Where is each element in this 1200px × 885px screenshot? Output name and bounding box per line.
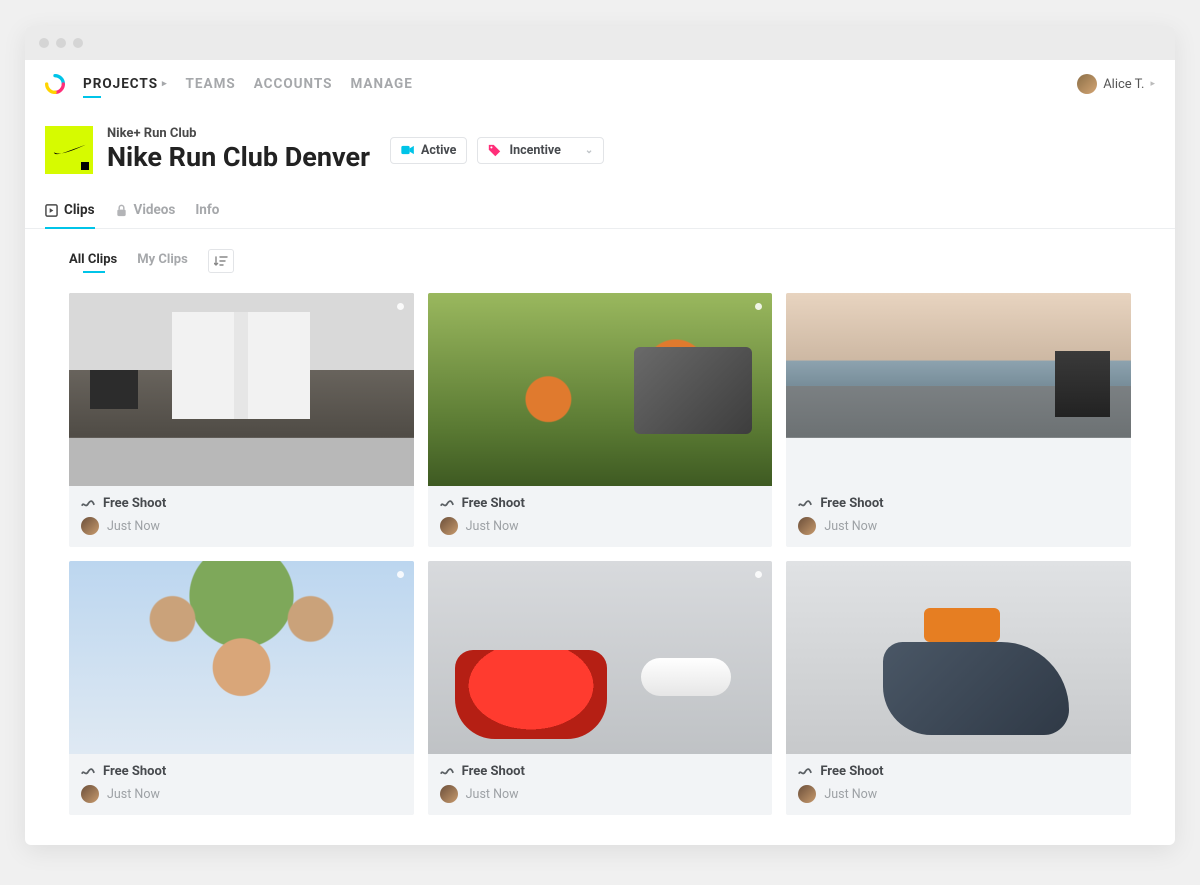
top-nav: PROJECTS ▸ TEAMS ACCOUNTS MANAGE Alice T… — [25, 60, 1175, 102]
window-dot-icon — [56, 38, 66, 48]
camera-icon — [401, 145, 415, 155]
clip-title: Free Shoot — [462, 496, 525, 511]
clip-thumbnail — [786, 293, 1131, 486]
filter-label: My Clips — [137, 252, 188, 267]
clip-meta: Free Shoot Just Now — [69, 486, 414, 547]
clip-title: Free Shoot — [103, 496, 166, 511]
clip-card[interactable]: Free Shoot Just Now — [428, 293, 773, 547]
clip-meta: Free Shoot Just Now — [69, 754, 414, 815]
status-dot-icon — [755, 571, 762, 578]
clip-time: Just Now — [466, 787, 519, 802]
tab-clips[interactable]: Clips — [45, 202, 95, 228]
project-title: Nike Run Club Denver — [107, 142, 370, 173]
clip-time: Just Now — [107, 519, 160, 534]
tab-info[interactable]: Info — [195, 202, 219, 228]
clip-meta: Free Shoot Just Now — [786, 486, 1131, 547]
chevron-down-icon: ⌄ — [585, 145, 593, 156]
window-title-bar — [25, 26, 1175, 60]
avatar-icon — [81, 517, 99, 535]
clip-card[interactable]: Free Shoot Just Now — [786, 293, 1131, 547]
clip-icon — [45, 204, 58, 217]
status-dot-icon — [397, 571, 404, 578]
caret-right-icon: ▸ — [1150, 79, 1155, 89]
filter-all-clips[interactable]: All Clips — [69, 252, 117, 271]
nav-teams[interactable]: TEAMS — [186, 76, 236, 92]
squiggle-icon — [440, 499, 454, 509]
clip-title: Free Shoot — [820, 496, 883, 511]
nav-label: PROJECTS — [83, 76, 158, 92]
filters-row: All Clips My Clips — [25, 229, 1175, 279]
avatar-icon — [440, 517, 458, 535]
project-header: Nike+ Run Club Nike Run Club Denver Acti… — [25, 102, 1175, 184]
squiggle-icon — [81, 767, 95, 777]
clips-grid: Free Shoot Just Now Free Shoot Just Now — [25, 279, 1175, 845]
clip-time: Just Now — [107, 787, 160, 802]
tag-dropdown[interactable]: Incentive ⌄ — [477, 137, 604, 164]
clip-thumbnail — [69, 561, 414, 754]
sort-icon — [214, 255, 228, 267]
user-name: Alice T. — [1103, 77, 1144, 92]
lock-icon — [115, 204, 128, 217]
nav-label: TEAMS — [186, 76, 236, 92]
clip-card[interactable]: Free Shoot Just Now — [428, 561, 773, 815]
clip-title: Free Shoot — [103, 764, 166, 779]
clip-card[interactable]: Free Shoot Just Now — [786, 561, 1131, 815]
avatar-icon — [798, 785, 816, 803]
project-parent: Nike+ Run Club — [107, 127, 370, 142]
filter-label: All Clips — [69, 252, 117, 267]
avatar-icon — [440, 785, 458, 803]
clip-meta: Free Shoot Just Now — [428, 754, 773, 815]
avatar-icon — [81, 785, 99, 803]
tag-label: Incentive — [509, 143, 560, 158]
tab-label: Clips — [64, 202, 95, 218]
clip-meta: Free Shoot Just Now — [428, 486, 773, 547]
clip-thumbnail — [69, 293, 414, 486]
squiggle-icon — [81, 499, 95, 509]
caret-right-icon: ▸ — [162, 79, 168, 89]
squiggle-icon — [440, 767, 454, 777]
clip-thumbnail — [428, 293, 773, 486]
app-logo-icon — [45, 74, 65, 94]
tabs: Clips Videos Info — [25, 184, 1175, 229]
status-dot-icon — [755, 303, 762, 310]
clip-title: Free Shoot — [820, 764, 883, 779]
brand-tile — [45, 126, 93, 174]
clip-meta: Free Shoot Just Now — [786, 754, 1131, 815]
nav-accounts[interactable]: ACCOUNTS — [254, 76, 333, 92]
status-pill: Active — [390, 137, 467, 164]
squiggle-icon — [798, 499, 812, 509]
status-label: Active — [421, 143, 456, 158]
filter-my-clips[interactable]: My Clips — [137, 252, 188, 271]
clip-card[interactable]: Free Shoot Just Now — [69, 293, 414, 547]
nav-projects[interactable]: PROJECTS ▸ — [83, 76, 168, 92]
status-dot-icon — [397, 303, 404, 310]
tab-label: Videos — [134, 202, 176, 218]
clip-thumbnail — [786, 561, 1131, 754]
window-dot-icon — [73, 38, 83, 48]
clip-time: Just Now — [466, 519, 519, 534]
tag-icon — [488, 144, 501, 157]
avatar-icon — [798, 517, 816, 535]
clip-time: Just Now — [824, 519, 877, 534]
clip-thumbnail — [428, 561, 773, 754]
sort-button[interactable] — [208, 249, 234, 273]
nav-manage[interactable]: MANAGE — [350, 76, 412, 92]
tab-label: Info — [195, 202, 219, 218]
squiggle-icon — [798, 767, 812, 777]
nav-label: MANAGE — [350, 76, 412, 92]
tab-videos[interactable]: Videos — [115, 202, 176, 228]
clip-time: Just Now — [824, 787, 877, 802]
clip-title: Free Shoot — [462, 764, 525, 779]
nav-label: ACCOUNTS — [254, 76, 333, 92]
avatar-icon — [1077, 74, 1097, 94]
browser-window: PROJECTS ▸ TEAMS ACCOUNTS MANAGE Alice T… — [25, 26, 1175, 845]
window-dot-icon — [39, 38, 49, 48]
user-menu[interactable]: Alice T. ▸ — [1077, 74, 1155, 94]
nike-swoosh-icon — [51, 143, 87, 157]
clip-card[interactable]: Free Shoot Just Now — [69, 561, 414, 815]
